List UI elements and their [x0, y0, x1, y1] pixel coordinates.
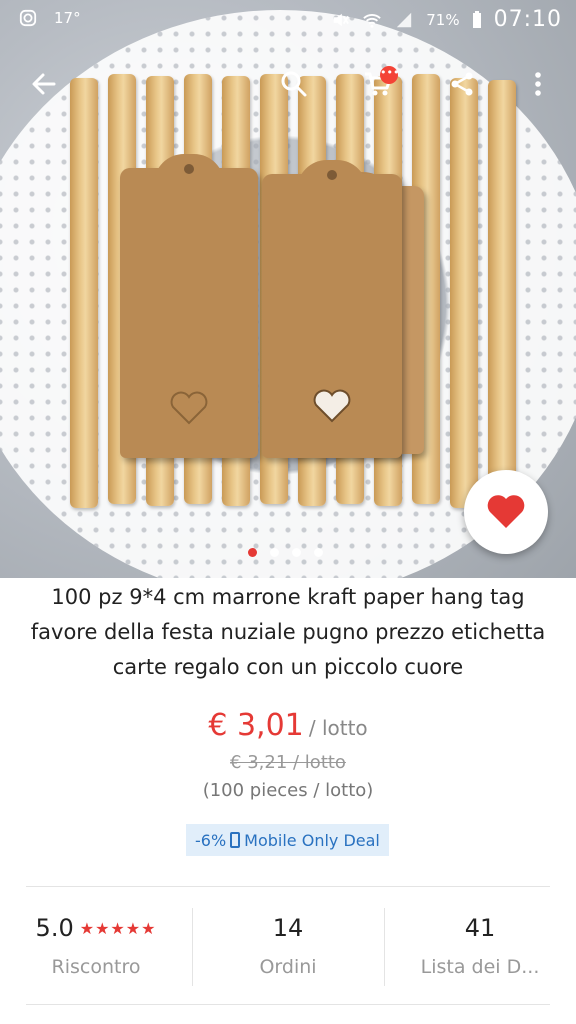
battery-percent-text: 71%: [426, 10, 460, 29]
mute-icon: [333, 13, 350, 26]
divider: [26, 1004, 550, 1005]
battery-icon: [472, 10, 481, 28]
orders-value: 14: [272, 914, 304, 942]
original-price: € 3,21 / lotto: [230, 752, 346, 773]
back-button[interactable]: [24, 64, 64, 104]
product-stats: 5.0 ★★★★★ Riscontro 14 Ordini 41 Lista d…: [0, 906, 576, 1000]
carousel-dot[interactable]: [270, 548, 279, 557]
deal-discount: -6%: [195, 830, 227, 850]
heart-cutout-icon: [170, 391, 208, 425]
share-button[interactable]: [442, 64, 482, 104]
search-button[interactable]: [274, 64, 314, 104]
rating-value: 5.0: [35, 914, 74, 942]
rating-stars-icon: ★★★★★: [79, 918, 157, 938]
search-icon: [281, 71, 307, 97]
wifi-icon: [363, 13, 381, 28]
divider: [26, 886, 550, 887]
product-title: 100 pz 9*4 cm marrone kraft paper hang t…: [30, 585, 546, 679]
heart-cutout-icon: [313, 389, 351, 423]
heart-icon: [487, 495, 525, 528]
kraft-tag-left: [120, 154, 258, 458]
share-icon: [451, 72, 473, 96]
stat-label: Riscontro: [51, 956, 141, 978]
deal-label: Mobile Only Deal: [244, 830, 380, 850]
more-vert-icon: [535, 72, 541, 96]
mobile-deal-badge: -6% Mobile Only Deal: [186, 824, 389, 856]
cart-button[interactable]: •••: [358, 64, 399, 104]
carousel-indicator: [248, 548, 323, 557]
more-options-button[interactable]: [518, 64, 558, 104]
pieces-per-lot: (100 pieces / lotto): [202, 780, 374, 801]
carousel-dot[interactable]: [292, 548, 301, 557]
wishlist-value: 41: [464, 914, 496, 942]
instagram-icon: [19, 9, 37, 27]
stat-wishlist[interactable]: 41 Lista dei D...: [384, 906, 576, 1000]
cart-badge: •••: [380, 66, 399, 84]
arrow-left-icon: [32, 73, 56, 95]
price-block: € 3,01 / lotto: [0, 708, 576, 743]
stat-label: Ordini: [259, 956, 317, 978]
stat-orders[interactable]: 14 Ordini: [192, 906, 384, 1000]
bamboo-stick: [70, 78, 98, 508]
current-price: € 3,01: [208, 708, 304, 743]
temperature-text: 17°: [54, 9, 81, 27]
stat-feedback[interactable]: 5.0 ★★★★★ Riscontro: [0, 906, 192, 1000]
mobile-phone-icon: [230, 832, 241, 848]
signal-icon: [397, 12, 412, 27]
clock-text: 07:10: [493, 7, 562, 32]
carousel-dot[interactable]: [314, 548, 323, 557]
kraft-tag-right: [262, 160, 402, 458]
status-bar: 17° 71% 07:10: [0, 0, 576, 40]
carousel-dot-active[interactable]: [248, 548, 257, 557]
add-to-wishlist-button[interactable]: [464, 470, 548, 554]
bamboo-stick: [450, 78, 478, 508]
price-unit: / lotto: [308, 716, 368, 740]
stat-label: Lista dei D...: [420, 956, 540, 978]
bamboo-stick: [488, 80, 516, 500]
app-toolbar: •••: [0, 56, 576, 112]
